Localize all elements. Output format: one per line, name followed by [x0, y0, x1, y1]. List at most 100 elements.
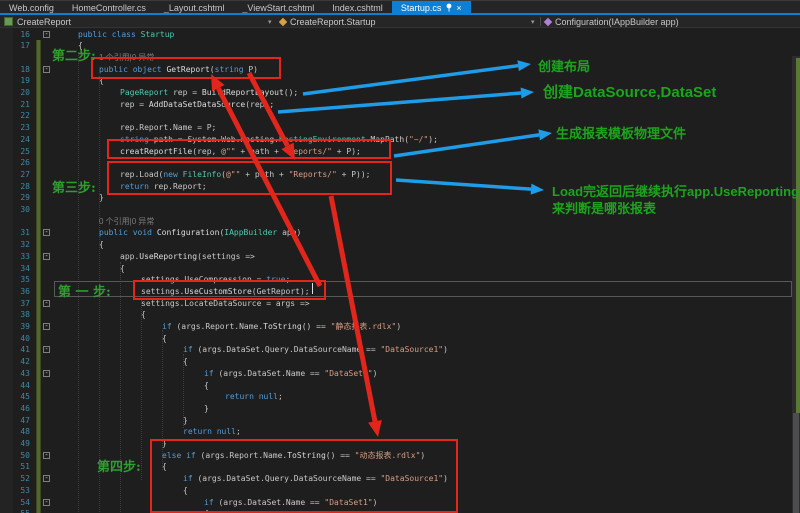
line-number: 55: [0, 508, 30, 513]
fold-collapse-box[interactable]: -: [43, 370, 50, 377]
scrollbar-thumb[interactable]: [793, 413, 799, 513]
codelens-row[interactable]: 1 个引用|0 异常: [0, 52, 792, 64]
pin-icon[interactable]: [446, 3, 452, 14]
code-line[interactable]: 46}: [0, 403, 792, 415]
code-line[interactable]: 48return null;: [0, 426, 792, 438]
fold-collapse-box[interactable]: -: [43, 475, 50, 482]
fold-collapse-box[interactable]: -: [43, 499, 50, 506]
code-text: string path = System.Web.Hosting.Hosting…: [120, 134, 438, 146]
line-number: 23: [0, 122, 30, 134]
code-line[interactable]: 17{: [0, 40, 792, 52]
code-line[interactable]: 43-if (args.DataSet.Name == "DataSet1"): [0, 368, 792, 380]
line-number: 33: [0, 251, 30, 263]
breadcrumb-member-label: Configuration(IAppBuilder app): [555, 17, 679, 27]
scrollbar-change-marks: [796, 58, 800, 413]
code-text: {: [99, 75, 104, 87]
code-line[interactable]: 33-app.UseReporting(settings =>: [0, 251, 792, 263]
breadcrumb-class[interactable]: CreateReport.Startup: [280, 15, 376, 28]
code-line[interactable]: 16-public class Startup: [0, 29, 792, 41]
code-text: }: [204, 403, 209, 415]
code-line[interactable]: 45return null;: [0, 391, 792, 403]
code-text: {: [162, 461, 167, 473]
project-icon: [4, 17, 13, 26]
step-label: 第四步:: [97, 456, 141, 475]
code-text: {: [183, 485, 188, 497]
code-line[interactable]: 38{: [0, 309, 792, 321]
chevron-down-icon[interactable]: ▾: [531, 18, 535, 26]
code-line[interactable]: 42{: [0, 356, 792, 368]
code-line[interactable]: 41-if (args.DataSet.Query.DataSourceName…: [0, 344, 792, 356]
step-label: 第三步:: [52, 177, 96, 196]
code-line[interactable]: 54-if (args.DataSet.Name == "DataSet1"): [0, 497, 792, 509]
breadcrumb-member[interactable]: Configuration(IAppBuilder app): [545, 15, 679, 28]
line-number: 37: [0, 298, 30, 310]
code-line[interactable]: 34{: [0, 263, 792, 275]
code-line[interactable]: 31-public void Configuration(IAppBuilder…: [0, 227, 792, 239]
code-text: }: [99, 192, 104, 204]
line-number: 22: [0, 110, 30, 122]
codelens-references[interactable]: 0 个引用|0 异常: [99, 216, 154, 228]
tab-label: _ViewStart.cshtml: [242, 3, 314, 13]
line-number: 26: [0, 157, 30, 169]
code-text: if (args.DataSet.Name == "DataSet1"): [204, 497, 377, 509]
code-line[interactable]: 39 - if (args.Report.Name.ToString() == "静…: [0, 321, 792, 333]
code-text: {: [183, 356, 188, 368]
fold-collapse-box[interactable]: -: [43, 452, 50, 459]
line-number: 28: [0, 181, 30, 193]
chevron-down-icon[interactable]: ▾: [268, 18, 272, 26]
code-line[interactable]: 27rep.Load(new FileInfo(@"" + path + "Re…: [0, 169, 792, 181]
code-text: {: [204, 508, 209, 513]
codelens-references[interactable]: 1 个引用|0 异常: [99, 52, 154, 64]
code-text: else if (args.Report.Name.ToString() == …: [162, 450, 425, 462]
line-number: 39: [0, 321, 30, 333]
ide-window: Web.configHomeController.cs_Layout.cshtm…: [0, 0, 800, 513]
code-line[interactable]: 53 {: [0, 485, 792, 497]
line-number: 53: [0, 485, 30, 497]
line-number: 21: [0, 99, 30, 111]
code-line[interactable]: 26: [0, 157, 792, 169]
code-text: creatReportFile(rep, @"" + path + "Repor…: [120, 146, 361, 158]
code-text: rep = AddDataSetDataSource(rep);: [120, 99, 274, 111]
tab-bar: Web.configHomeController.cs_Layout.cshtm…: [0, 0, 800, 14]
fold-collapse-box[interactable]: -: [43, 229, 50, 236]
code-line[interactable]: 44{: [0, 380, 792, 392]
line-number: 36: [0, 286, 30, 298]
fold-collapse-box[interactable]: -: [43, 300, 50, 307]
code-text: {: [162, 333, 167, 345]
code-line[interactable]: 49}: [0, 438, 792, 450]
code-line[interactable]: 35settings.UseCompression = true;: [0, 274, 792, 286]
line-number: 41: [0, 344, 30, 356]
code-line[interactable]: 36settings.UseCustomStore(GetReport);: [0, 286, 792, 298]
code-line[interactable]: 18-public object GetReport(string P): [0, 64, 792, 76]
code-line[interactable]: 55 {: [0, 508, 792, 513]
tab-label: _Layout.cshtml: [164, 3, 225, 13]
line-number: 49: [0, 438, 30, 450]
code-text: if (args.Report.Name.ToString() == "静态报表…: [162, 321, 401, 333]
tab-label: Index.cshtml: [332, 3, 383, 13]
code-line[interactable]: 32{: [0, 239, 792, 251]
annotation-note: Load完返回后继续执行app.UseReporting 来判断是哪张报表: [552, 183, 799, 217]
text-cursor: [312, 283, 313, 294]
tab-label: Web.config: [9, 3, 54, 13]
code-line[interactable]: 40{: [0, 333, 792, 345]
code-line[interactable]: 37 - settings.LocateDataSource = args =>: [0, 298, 792, 310]
code-text: rep.Report.Name = P;: [120, 122, 216, 134]
fold-collapse-box[interactable]: -: [43, 323, 50, 330]
code-line[interactable]: 22: [0, 110, 792, 122]
code-text: settings.LocateDataSource = args =>: [141, 298, 310, 310]
close-icon[interactable]: ×: [456, 4, 461, 13]
annotation-note: 生成报表模板物理文件: [556, 125, 686, 142]
line-number: 52: [0, 473, 30, 485]
fold-collapse-box[interactable]: -: [43, 66, 50, 73]
fold-collapse-box[interactable]: -: [43, 31, 50, 38]
fold-collapse-box[interactable]: -: [43, 346, 50, 353]
code-line[interactable]: 47}: [0, 415, 792, 427]
fold-collapse-box[interactable]: -: [43, 253, 50, 260]
breadcrumb-project[interactable]: CreateReport: [4, 15, 71, 28]
code-text: public object GetReport(string P): [99, 64, 258, 76]
codelens-row[interactable]: 0 个引用|0 异常: [0, 216, 792, 228]
code-text: return rep.Report;: [120, 181, 207, 193]
annotation-note: 创建布局: [538, 58, 590, 75]
breadcrumb-class-label: CreateReport.Startup: [290, 17, 376, 27]
code-line[interactable]: 25creatReportFile(rep, @"" + path + "Rep…: [0, 146, 792, 158]
